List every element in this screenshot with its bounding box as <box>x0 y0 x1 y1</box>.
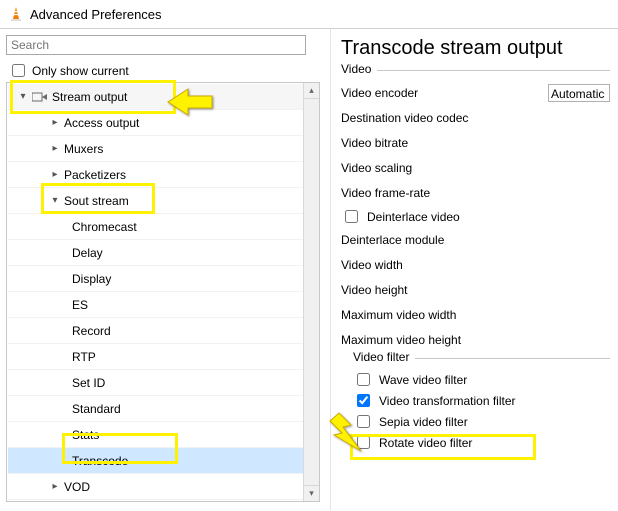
tree-label: Chromecast <box>72 220 137 234</box>
check-rotate-filter[interactable]: Rotate video filter <box>353 432 610 453</box>
stream-output-icon <box>32 89 48 105</box>
tree-label: Muxers <box>64 142 103 156</box>
tree-item-vod[interactable]: ▸ VOD <box>8 474 303 500</box>
check-wave-filter[interactable]: Wave video filter <box>353 369 610 390</box>
label-deinterlace-module: Deinterlace module <box>341 233 444 247</box>
tree-item-es[interactable]: ES <box>8 292 303 318</box>
titlebar: Advanced Preferences <box>0 0 618 29</box>
tree-item-delay[interactable]: Delay <box>8 240 303 266</box>
scroll-down-icon[interactable]: ▾ <box>304 485 319 501</box>
label-video-encoder: Video encoder <box>341 86 418 100</box>
value-video-encoder[interactable]: Automatic <box>548 84 610 102</box>
right-panel: Transcode stream output Video Video enco… <box>331 29 618 510</box>
field-video-encoder: Video encoder Automatic <box>341 81 610 105</box>
field-max-video-width: Maximum video width <box>341 303 610 327</box>
label-max-video-height: Maximum video height <box>341 333 461 347</box>
left-panel: Only show current ▾ Stream output ▸ Acce… <box>0 29 331 510</box>
preferences-window: Advanced Preferences Only show current ▾… <box>0 0 618 511</box>
search-input[interactable] <box>6 35 306 55</box>
label-video-width: Video width <box>341 258 403 272</box>
label-video-height: Video height <box>341 283 408 297</box>
tree-label: Stats <box>72 428 99 442</box>
check-sepia-filter[interactable]: Sepia video filter <box>353 411 610 432</box>
tree-item-stats[interactable]: Stats <box>8 422 303 448</box>
chevron-right-icon: ▸ <box>48 481 62 492</box>
tree-label: Packetizers <box>64 168 126 182</box>
tree-item-stream-output[interactable]: ▾ Stream output <box>8 84 303 110</box>
field-video-width: Video width <box>341 253 610 277</box>
tree-item-packetizers[interactable]: ▸ Packetizers <box>8 162 303 188</box>
tree-item-access-output[interactable]: ▸ Access output <box>8 110 303 136</box>
field-video-height: Video height <box>341 278 610 302</box>
checkbox-deinterlace-video[interactable] <box>345 210 358 223</box>
field-video-scaling: Video scaling <box>341 156 610 180</box>
check-transform-filter[interactable]: Video transformation filter <box>353 390 610 411</box>
label-video-scaling: Video scaling <box>341 161 412 175</box>
chevron-right-icon: ▸ <box>48 143 62 154</box>
label-deinterlace-video: Deinterlace video <box>367 210 460 224</box>
label-sepia: Sepia video filter <box>379 415 468 429</box>
field-max-video-height: Maximum video height <box>341 328 610 352</box>
chevron-right-icon: ▸ <box>48 117 62 128</box>
pane-title: Transcode stream output <box>341 37 610 60</box>
field-video-frame-rate: Video frame-rate <box>341 181 610 205</box>
tree-item-record[interactable]: Record <box>8 318 303 344</box>
tree-label: Standard <box>72 402 121 416</box>
tree-item-rtp[interactable]: RTP <box>8 344 303 370</box>
group-video-filter: Video filter <box>353 358 610 359</box>
label-video-bitrate: Video bitrate <box>341 136 408 150</box>
checkbox-rotate[interactable] <box>357 436 370 449</box>
tree-item-set-id[interactable]: Set ID <box>8 370 303 396</box>
label-rotate: Rotate video filter <box>379 436 472 450</box>
only-show-current-label: Only show current <box>32 64 129 78</box>
chevron-down-icon: ▾ <box>16 91 30 102</box>
vlc-cone-icon <box>8 6 24 22</box>
group-video: Video <box>341 70 610 71</box>
group-label: Video filter <box>353 350 415 364</box>
tree-item-standard[interactable]: Standard <box>8 396 303 422</box>
checkbox-transform[interactable] <box>357 394 370 407</box>
tree-item-chromecast[interactable]: Chromecast <box>8 214 303 240</box>
tree-item-transcode[interactable]: Transcode <box>8 448 303 474</box>
tree-label: RTP <box>72 350 96 364</box>
scroll-up-icon[interactable]: ▴ <box>304 83 319 99</box>
tree-label: Transcode <box>72 454 128 468</box>
checkbox-sepia[interactable] <box>357 415 370 428</box>
tree-label: ES <box>72 298 88 312</box>
only-show-current-row[interactable]: Only show current <box>8 61 330 80</box>
chevron-down-icon: ▾ <box>48 195 62 206</box>
tree-label: Delay <box>72 246 103 260</box>
field-deinterlace-module: Deinterlace module <box>341 228 610 252</box>
tree-label: Stream output <box>52 90 127 104</box>
tree-label: VOD <box>64 480 90 494</box>
category-tree[interactable]: ▾ Stream output ▸ Access output ▸ Muxers <box>8 84 303 500</box>
tree-label: Access output <box>64 116 139 130</box>
tree-item-sout-stream[interactable]: ▾ Sout stream <box>8 188 303 214</box>
label-max-video-width: Maximum video width <box>341 308 456 322</box>
tree-scrollbar[interactable]: ▴ ▾ <box>303 83 319 501</box>
checkbox-wave[interactable] <box>357 373 370 386</box>
tree-label: Record <box>72 324 111 338</box>
check-deinterlace-video[interactable]: Deinterlace video <box>341 206 610 227</box>
field-destination-video-codec: Destination video codec <box>341 106 610 130</box>
only-show-current-checkbox[interactable] <box>12 64 25 77</box>
group-label: Video <box>341 62 377 76</box>
video-filter-group: Video filter Wave video filter Video tra… <box>353 358 610 453</box>
tree-item-display[interactable]: Display <box>8 266 303 292</box>
label-video-frame-rate: Video frame-rate <box>341 186 430 200</box>
window-title: Advanced Preferences <box>30 7 162 22</box>
tree-container: ▾ Stream output ▸ Access output ▸ Muxers <box>6 82 320 502</box>
chevron-right-icon: ▸ <box>48 169 62 180</box>
tree-label: Display <box>72 272 111 286</box>
label-wave: Wave video filter <box>379 373 467 387</box>
tree-label: Sout stream <box>64 194 129 208</box>
label-destination-video-codec: Destination video codec <box>341 111 468 125</box>
tree-item-muxers[interactable]: ▸ Muxers <box>8 136 303 162</box>
tree-label: Set ID <box>72 376 105 390</box>
label-transform: Video transformation filter <box>379 394 516 408</box>
field-video-bitrate: Video bitrate <box>341 131 610 155</box>
